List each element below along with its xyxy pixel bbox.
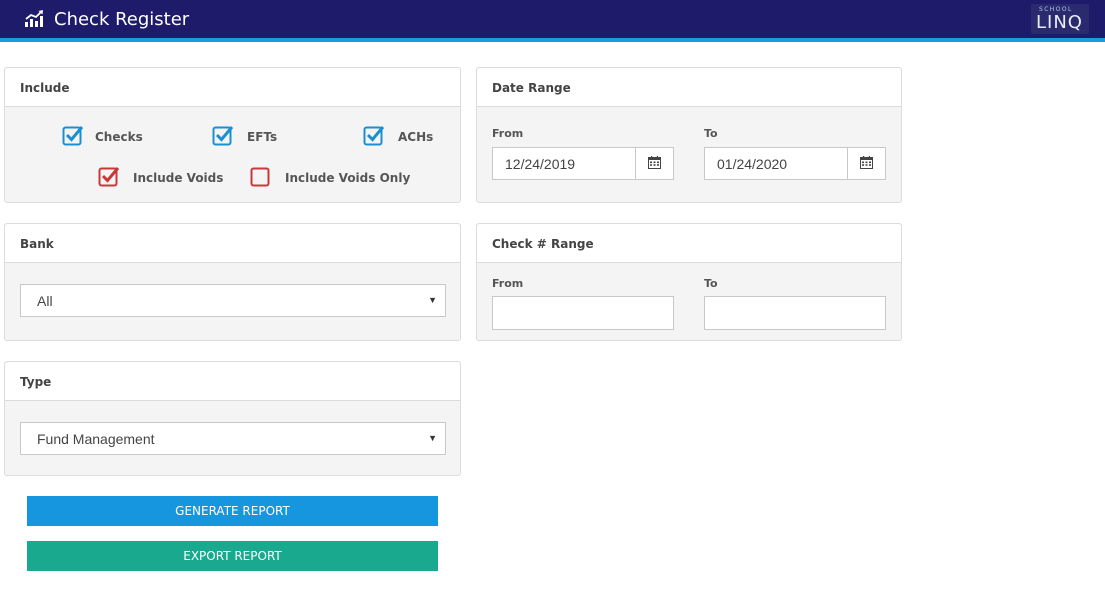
include-voids-only-checkbox[interactable]	[250, 165, 272, 187]
type-panel-header: Type	[5, 362, 460, 401]
check-range-panel-title: Check # Range	[492, 237, 594, 251]
achs-checkbox[interactable]	[363, 124, 385, 146]
include-panel: Include Checks EFTs ACHs Include Voids I…	[4, 67, 461, 203]
type-panel-title: Type	[20, 375, 52, 389]
include-voids-label: Include Voids	[133, 171, 224, 185]
efts-checkbox[interactable]	[212, 124, 234, 146]
chevron-down-icon: ▼	[428, 295, 437, 305]
date-range-panel: Date Range From 12/24/2019 To 01/24/2020	[476, 67, 902, 203]
type-select-value: Fund Management	[37, 431, 155, 447]
date-to-value: 01/24/2020	[717, 156, 788, 172]
export-report-button[interactable]: EXPORT REPORT	[27, 541, 438, 571]
check-from-input[interactable]	[492, 296, 674, 330]
school-linq-logo: SCHOOL LINQ	[1031, 4, 1089, 34]
chevron-down-icon: ▼	[428, 433, 437, 443]
date-from-calendar-button[interactable]	[635, 148, 673, 179]
page-title: Check Register	[54, 9, 190, 30]
include-voids-only-label: Include Voids Only	[285, 171, 411, 185]
date-from-input[interactable]: 12/24/2019	[492, 147, 674, 180]
calendar-icon	[860, 156, 873, 169]
bank-select-value: All	[37, 293, 53, 309]
check-to-label: To	[704, 277, 718, 290]
date-to-input[interactable]: 01/24/2020	[704, 147, 886, 180]
logo-text: LINQ	[1036, 12, 1083, 33]
date-to-calendar-button[interactable]	[847, 148, 885, 179]
checks-checkbox[interactable]	[62, 124, 84, 146]
date-to-label: To	[704, 127, 718, 140]
app-header: Check Register SCHOOL LINQ	[0, 0, 1105, 38]
include-panel-title: Include	[20, 81, 70, 95]
date-range-panel-header: Date Range	[477, 68, 901, 107]
include-panel-header: Include	[5, 68, 460, 107]
date-range-panel-title: Date Range	[492, 81, 571, 95]
checks-label: Checks	[95, 130, 143, 144]
efts-label: EFTs	[247, 130, 278, 144]
check-range-panel-header: Check # Range	[477, 224, 901, 263]
check-from-label: From	[492, 277, 524, 290]
header-accent-bar	[0, 38, 1105, 42]
chart-trend-icon	[25, 10, 43, 27]
bank-panel: Bank All ▼	[4, 223, 461, 341]
check-range-panel: Check # Range From To	[476, 223, 902, 341]
include-voids-checkbox[interactable]	[98, 165, 120, 187]
bank-select[interactable]: All ▼	[20, 284, 446, 317]
calendar-icon	[648, 156, 661, 169]
date-from-label: From	[492, 127, 524, 140]
generate-report-button[interactable]: GENERATE REPORT	[27, 496, 438, 526]
type-panel: Type Fund Management ▼	[4, 361, 461, 476]
date-from-value: 12/24/2019	[505, 156, 576, 172]
bank-panel-title: Bank	[20, 237, 54, 251]
achs-label: ACHs	[398, 130, 434, 144]
type-select[interactable]: Fund Management ▼	[20, 422, 446, 455]
check-to-input[interactable]	[704, 296, 886, 330]
bank-panel-header: Bank	[5, 224, 460, 263]
